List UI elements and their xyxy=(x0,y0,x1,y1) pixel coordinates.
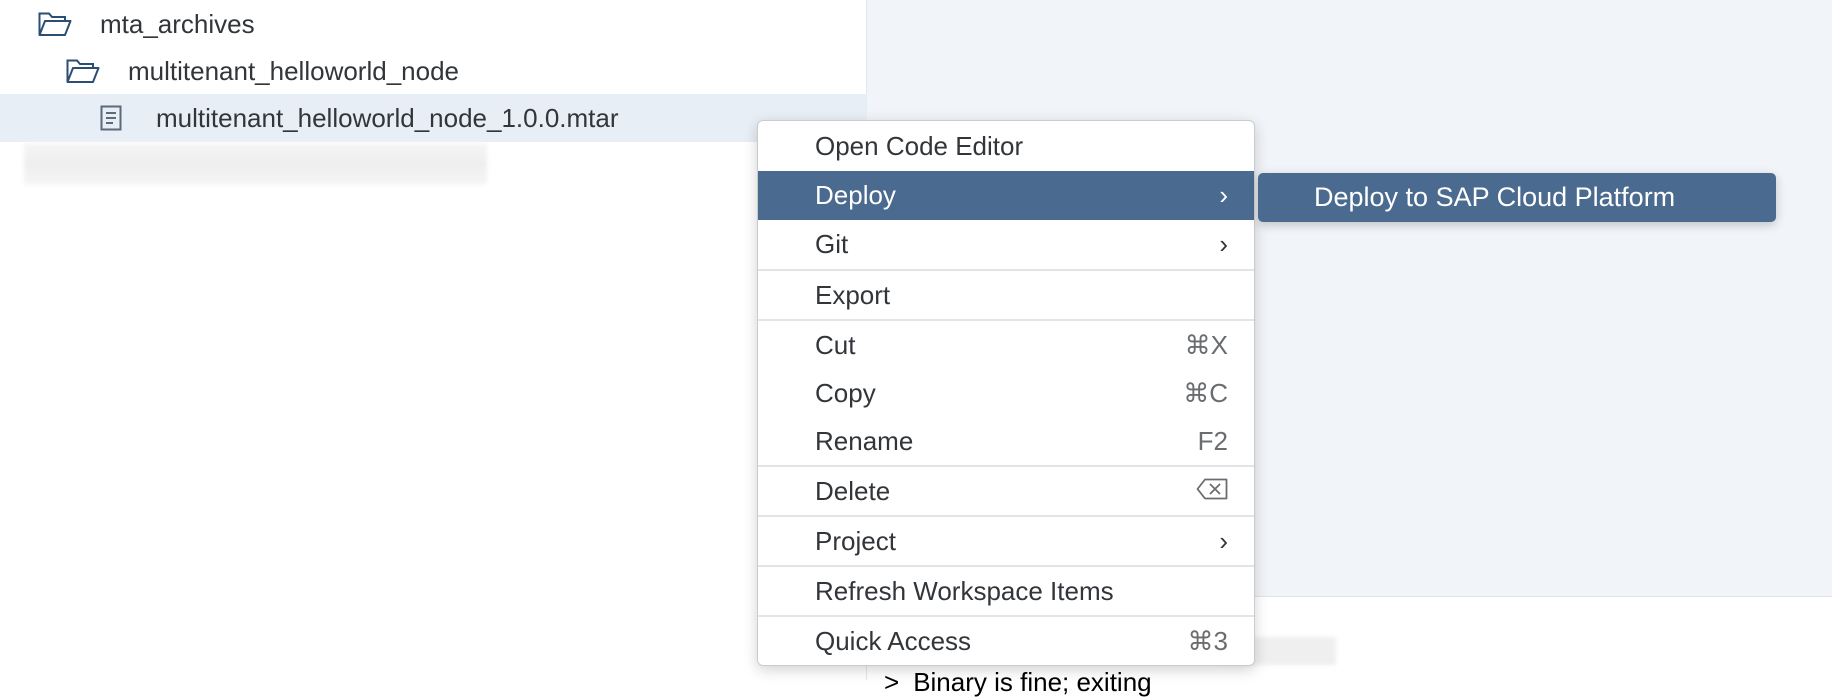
menu-item-git[interactable]: Git › xyxy=(758,220,1254,269)
menu-item-rename[interactable]: Rename F2 xyxy=(758,417,1254,465)
menu-item-label: Deploy xyxy=(815,180,896,210)
chevron-right-icon: › xyxy=(1219,525,1228,556)
chevron-right-icon: › xyxy=(1219,229,1228,259)
shortcut-label: ⌘C xyxy=(1183,377,1228,408)
tree-item-multitenant-helloworld-node[interactable]: multitenant_helloworld_node xyxy=(0,47,930,95)
document-icon xyxy=(92,103,130,133)
tree-item-label: multitenant_helloworld_node_1.0.0.mtar xyxy=(156,102,619,133)
menu-item-label: Git xyxy=(815,229,849,259)
menu-item-cut[interactable]: Cut ⌘X xyxy=(758,321,1254,369)
shortcut-label: ⌘3 xyxy=(1187,625,1228,656)
chevron-right-icon: › xyxy=(1219,180,1228,210)
menu-item-deploy[interactable]: Deploy › xyxy=(758,171,1254,220)
menu-item-label: Quick Access xyxy=(815,625,972,656)
menu-item-export[interactable]: Export xyxy=(758,271,1254,319)
tree-item-mta-archives[interactable]: mta_archives xyxy=(0,0,902,48)
console-output-line: > Binary is fine; exiting xyxy=(884,667,1152,698)
tree-item-label: multitenant_helloworld_node xyxy=(128,55,460,86)
shortcut-label: F2 xyxy=(1197,425,1228,456)
menu-item-label: Delete xyxy=(815,475,891,506)
menu-item-label: Project xyxy=(815,525,896,556)
console-prompt: > xyxy=(884,667,900,697)
menu-item-open-code-editor[interactable]: Open Code Editor xyxy=(758,121,1254,171)
folder-open-icon xyxy=(64,56,102,86)
file-tree-pane: mta_archives multitenant_helloworld_node… xyxy=(0,0,958,680)
menu-item-label: Open Code Editor xyxy=(815,130,1024,161)
menu-item-label: Cut xyxy=(815,329,856,360)
menu-item-label: Export xyxy=(815,279,891,310)
folder-open-icon xyxy=(36,9,74,39)
menu-item-label: Refresh Workspace Items xyxy=(815,575,1114,606)
menu-item-copy[interactable]: Copy ⌘C xyxy=(758,369,1254,417)
console-text: Binary is fine; exiting xyxy=(913,667,1152,697)
menu-item-refresh-workspace[interactable]: Refresh Workspace Items xyxy=(758,567,1254,615)
menu-item-label: Copy xyxy=(815,377,876,408)
submenu-item-deploy-to-scp[interactable]: Deploy to SAP Cloud Platform xyxy=(1258,182,1675,213)
menu-item-delete[interactable]: Delete xyxy=(758,467,1254,515)
tree-item-label: mta_archives xyxy=(100,8,255,39)
shortcut-label: ⌘X xyxy=(1184,329,1228,360)
menu-item-project[interactable]: Project › xyxy=(758,517,1254,565)
backspace-icon xyxy=(1196,476,1228,507)
blurred-tree-item xyxy=(24,143,487,185)
deploy-submenu: Deploy to SAP Cloud Platform xyxy=(1258,173,1776,222)
context-menu: Open Code Editor Deploy › Git › Export C… xyxy=(757,120,1255,666)
menu-item-quick-access[interactable]: Quick Access ⌘3 xyxy=(758,617,1254,665)
menu-item-label: Rename xyxy=(815,425,914,456)
